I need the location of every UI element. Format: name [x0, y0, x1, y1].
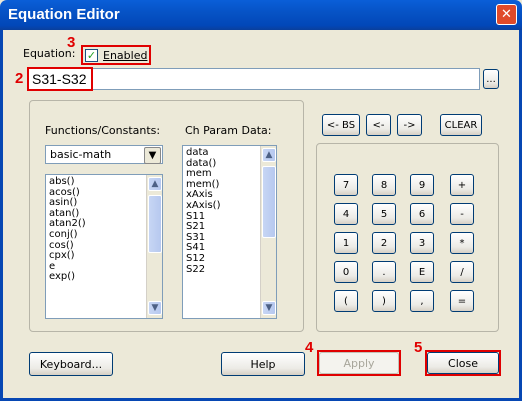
keypad-button[interactable]: = [450, 290, 474, 312]
window-title: Equation Editor [8, 6, 120, 23]
list-item[interactable]: exp() [46, 272, 146, 283]
ch-param-scrollbar[interactable]: ▲ ▼ [260, 146, 276, 318]
list-item[interactable]: data [183, 147, 261, 159]
annotation-box-4 [317, 350, 401, 376]
annotation-4: 4 [305, 339, 314, 356]
annotation-5: 5 [414, 339, 423, 356]
close-window-button[interactable]: ✕ [496, 4, 517, 25]
keypad-button[interactable]: 9 [410, 174, 434, 196]
edit-button[interactable]: -> [397, 114, 422, 136]
list-item[interactable]: abs() [46, 176, 146, 188]
keypad-button[interactable]: + [450, 174, 474, 196]
functions-dropdown[interactable]: basic-math ▼ [45, 145, 163, 164]
equation-value: S31-S32 [32, 71, 87, 87]
keypad-button[interactable]: . [372, 261, 396, 283]
keypad-button[interactable]: 3 [410, 232, 434, 254]
edit-button[interactable]: CLEAR [440, 114, 482, 136]
enabled-checkbox[interactable]: ✓ [85, 49, 98, 62]
ch-param-label: Ch Param Data: [185, 124, 272, 137]
keypad-button[interactable]: 6 [410, 203, 434, 225]
chevron-up-icon[interactable]: ▲ [148, 177, 162, 191]
scroll-thumb[interactable] [148, 195, 162, 253]
browse-button[interactable]: ... [483, 69, 499, 89]
ch-param-list: data data() mem mem() xAxis xAxis() S11 S21 S31 S… [182, 145, 277, 319]
help-button[interactable]: Help [221, 352, 305, 376]
keypad-button[interactable]: , [410, 290, 434, 312]
list-item[interactable]: S12 [183, 253, 261, 265]
keypad-button[interactable]: 0 [334, 261, 358, 283]
equation-input[interactable] [28, 68, 480, 90]
chevron-down-icon[interactable]: ▼ [262, 301, 276, 315]
close-icon: ✕ [501, 7, 512, 22]
chevron-up-icon[interactable]: ▲ [262, 148, 276, 162]
list-item[interactable]: cpx() [46, 251, 146, 262]
keyboard-button[interactable]: Keyboard... [29, 352, 113, 376]
keypad-button[interactable]: - [450, 203, 474, 225]
keypad-button[interactable]: 8 [372, 174, 396, 196]
keypad-button[interactable]: 2 [372, 232, 396, 254]
annotation-box-5 [425, 350, 501, 376]
edit-button[interactable]: <- BS [322, 114, 360, 136]
keypad-button[interactable]: 1 [334, 232, 358, 254]
functions-dropdown-value: basic-math [50, 148, 112, 161]
list-item[interactable]: xAxis() [183, 200, 261, 212]
keypad-button[interactable]: 4 [334, 203, 358, 225]
annotation-3: 3 [67, 34, 76, 51]
functions-scrollbar[interactable]: ▲ ▼ [146, 175, 162, 318]
enabled-label[interactable]: Enabled [103, 49, 147, 62]
functions-list: abs() acos() asin() atan() atan2() conj() cos(… [45, 174, 163, 319]
keypad-button[interactable]: ) [372, 290, 396, 312]
scroll-thumb[interactable] [262, 166, 276, 238]
keypad-button[interactable]: ( [334, 290, 358, 312]
annotation-2: 2 [15, 70, 24, 87]
keypad-button[interactable]: 7 [334, 174, 358, 196]
keypad-button[interactable]: * [450, 232, 474, 254]
keypad-button[interactable]: E [410, 261, 434, 283]
keypad-button[interactable]: 5 [372, 203, 396, 225]
edit-button[interactable]: <- [366, 114, 391, 136]
chevron-down-icon[interactable]: ▼ [144, 147, 161, 164]
chevron-down-icon[interactable]: ▼ [148, 301, 162, 315]
functions-label: Functions/Constants: [45, 124, 161, 137]
list-item[interactable]: conj() [46, 229, 146, 241]
keypad-button[interactable]: / [450, 261, 474, 283]
list-item[interactable]: S22 [183, 264, 261, 276]
